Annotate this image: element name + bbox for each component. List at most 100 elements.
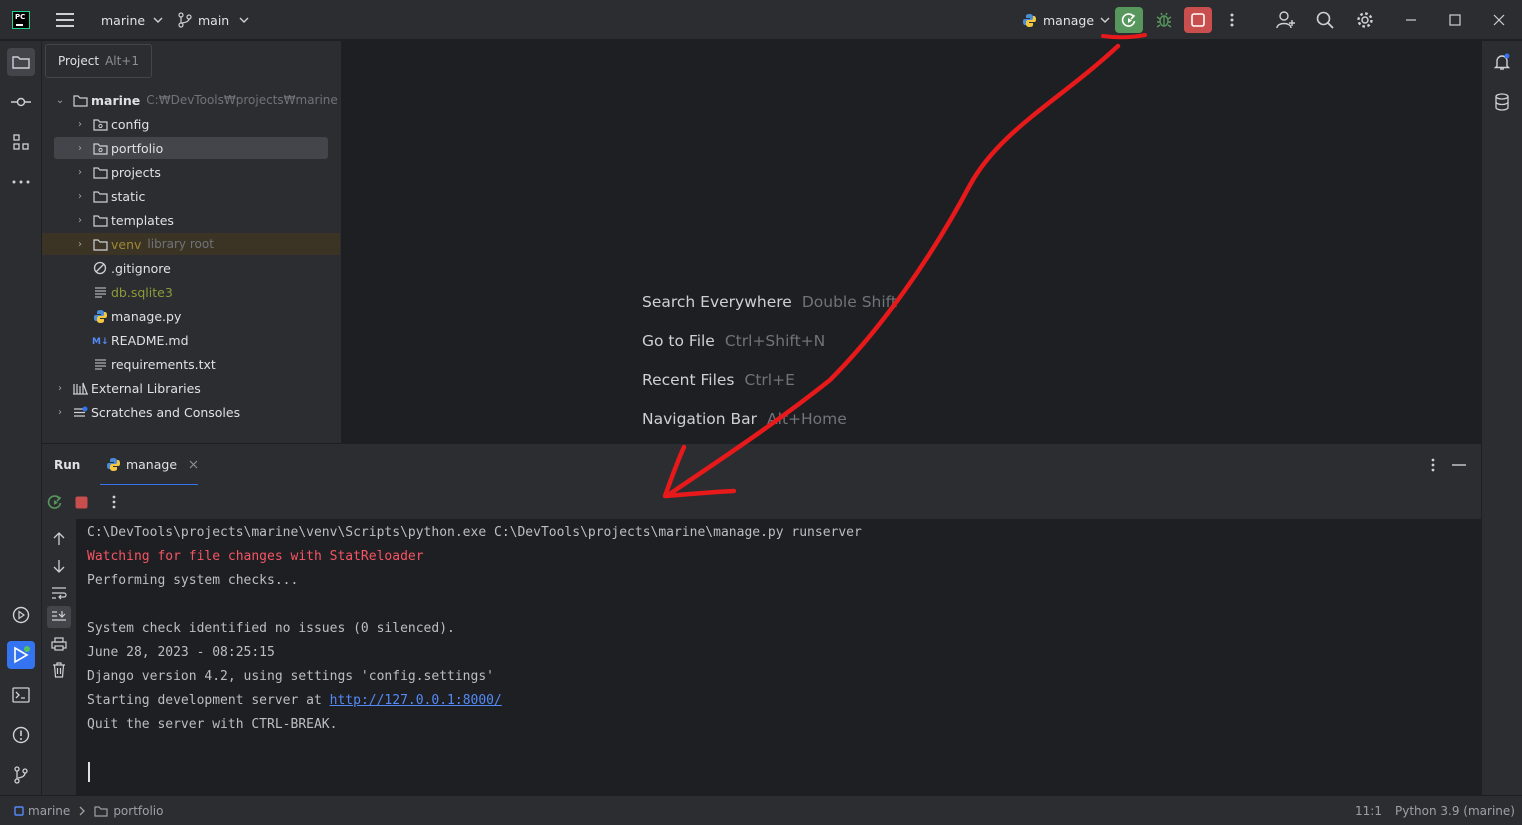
tree-item-label: config [111, 116, 150, 132]
run-tool-button[interactable] [7, 641, 35, 669]
search-button[interactable] [1311, 7, 1339, 33]
services-tool-button[interactable] [7, 601, 35, 629]
tree-item-venv[interactable]: › venv library root [42, 233, 340, 255]
tree-item-label: templates [111, 212, 174, 228]
folder-icon [94, 806, 108, 817]
scratches-icon [72, 404, 88, 420]
scroll-down-icon[interactable] [52, 559, 66, 573]
notifications-tool-button[interactable] [1488, 48, 1516, 76]
project-switcher[interactable]: marine [101, 0, 163, 40]
run-tab-manage[interactable]: manage [100, 444, 198, 486]
run-tab-label: manage [125, 456, 178, 472]
services-icon [12, 606, 30, 624]
text-file-icon [92, 356, 108, 372]
hint-go-to-file: Go to File Ctrl+Shift+N [642, 332, 825, 350]
print-icon[interactable] [51, 637, 67, 651]
commit-icon [11, 97, 31, 107]
problems-icon [12, 726, 30, 744]
tree-item-portfolio[interactable]: › portfolio [54, 137, 328, 159]
tree-item-requirements-txt[interactable]: requirements.txt [54, 353, 328, 375]
chevron-right-icon[interactable]: › [74, 239, 86, 250]
database-tool-button[interactable] [1488, 88, 1516, 116]
tree-item-label: db.sqlite3 [111, 284, 173, 300]
project-view-tab[interactable]: Project Alt+1 [45, 44, 152, 78]
project-tool-button[interactable] [7, 48, 35, 76]
tree-item-readme-md[interactable]: M↓ README.md [54, 329, 328, 351]
title-bar: PC marine main manage [0, 0, 1522, 40]
console-caret [88, 762, 90, 782]
tree-item-db-sqlite3[interactable]: db.sqlite3 [54, 281, 328, 303]
tree-item-label: venv [111, 236, 142, 252]
chevron-right-icon[interactable]: › [74, 167, 86, 178]
minimize-panel-icon[interactable] [1452, 463, 1466, 467]
more-vertical-icon[interactable] [1431, 458, 1435, 472]
python-icon [107, 457, 120, 471]
chevron-down-icon [1100, 17, 1110, 23]
run-config-selector[interactable]: manage [1022, 0, 1110, 40]
tree-item-manage-py[interactable]: manage.py [54, 305, 328, 327]
branch-switcher[interactable]: main [178, 0, 249, 40]
project-tool-window: Project Alt+1 ⌄ marine C:₩DevTools₩proje… [42, 41, 342, 443]
server-url-link[interactable]: http://127.0.0.1:8000/ [330, 693, 502, 708]
branch-label: main [198, 12, 230, 28]
left-tool-window-bar [0, 41, 42, 795]
close-button[interactable] [1485, 7, 1513, 33]
stop-icon[interactable] [75, 496, 88, 509]
maximize-button[interactable] [1441, 7, 1469, 33]
breadcrumb-folder[interactable]: portfolio [113, 804, 163, 818]
tree-item-label: manage.py [111, 308, 182, 324]
problems-tool-button[interactable] [7, 721, 35, 749]
rerun-button[interactable] [1115, 7, 1143, 33]
rerun-icon [1121, 13, 1136, 27]
python-interpreter[interactable]: Python 3.9 (marine) [1395, 804, 1515, 818]
more-tools-button[interactable] [7, 168, 35, 196]
minimize-button[interactable] [1397, 7, 1425, 33]
code-with-me-button[interactable] [1272, 7, 1300, 33]
cursor-position[interactable]: 11:1 [1355, 804, 1382, 818]
breadcrumb-project[interactable]: marine [28, 804, 70, 818]
main-menu-icon[interactable] [56, 13, 74, 27]
pycharm-logo-icon: PC [12, 11, 30, 29]
terminal-tool-button[interactable] [7, 681, 35, 709]
trash-icon[interactable] [52, 662, 66, 678]
close-icon [1493, 14, 1505, 26]
chevron-right-icon[interactable]: › [74, 191, 86, 202]
scroll-to-end-toggle[interactable] [47, 606, 71, 628]
chevron-right-icon[interactable]: › [74, 119, 86, 130]
chevron-right-icon[interactable]: › [74, 143, 86, 154]
chevron-right-icon[interactable]: › [54, 383, 66, 394]
tree-item-static[interactable]: › static [54, 185, 328, 207]
close-icon[interactable] [189, 460, 198, 469]
console-line: Quit the server with CTRL-BREAK. [87, 717, 338, 732]
debug-button[interactable] [1150, 7, 1178, 33]
minimize-icon [1406, 19, 1416, 21]
tree-item-config[interactable]: › config [54, 113, 328, 135]
tree-item-gitignore[interactable]: .gitignore [54, 257, 328, 279]
tree-scratches[interactable]: › Scratches and Consoles [54, 401, 340, 423]
chevron-right-icon[interactable]: › [74, 215, 86, 226]
settings-button[interactable] [1351, 7, 1379, 33]
editor-area[interactable]: Search Everywhere Double Shift Go to File… [342, 41, 1481, 443]
folder-icon [92, 164, 108, 180]
stop-button[interactable] [1184, 7, 1212, 33]
more-horizontal-icon [12, 180, 30, 184]
tree-item-projects[interactable]: › projects [54, 161, 328, 183]
run-console[interactable]: C:\DevTools\projects\marine\venv\Scripts… [76, 519, 1481, 795]
more-vertical-icon[interactable] [112, 495, 116, 509]
commit-tool-button[interactable] [7, 88, 35, 116]
rerun-icon[interactable] [47, 494, 63, 510]
hint-shortcut: Double Shift [801, 293, 897, 311]
tree-item-templates[interactable]: › templates [54, 209, 328, 231]
soft-wrap-icon[interactable] [51, 586, 67, 600]
chevron-right-icon[interactable]: › [54, 407, 66, 418]
tree-root-marine[interactable]: ⌄ marine C:₩DevTools₩projects₩marine [54, 89, 340, 111]
console-side-toolbar [42, 519, 76, 795]
more-actions-button[interactable] [1218, 7, 1246, 33]
git-tool-button[interactable] [7, 761, 35, 789]
tree-external-libraries[interactable]: › External Libraries [54, 377, 340, 399]
console-line-text: Starting development server at [87, 693, 330, 708]
structure-tool-button[interactable] [7, 128, 35, 156]
database-icon [1495, 93, 1509, 111]
chevron-down-icon[interactable]: ⌄ [54, 95, 66, 106]
scroll-up-icon[interactable] [52, 532, 66, 546]
